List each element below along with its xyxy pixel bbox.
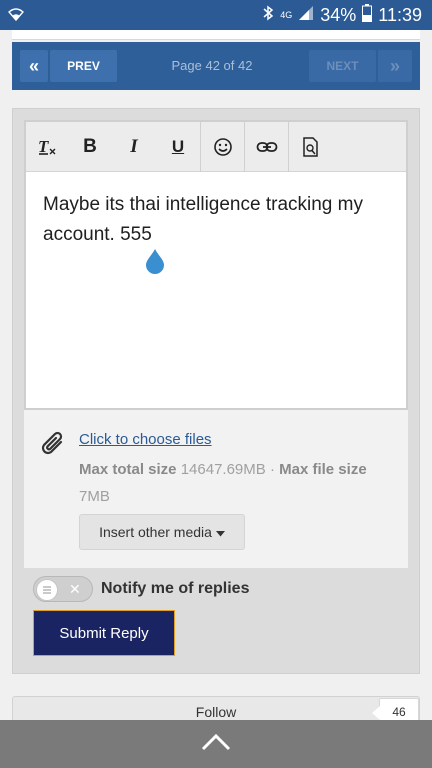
clear-format-icon[interactable]: T	[26, 122, 68, 172]
text-cursor-handle-icon[interactable]	[145, 248, 165, 279]
link-icon[interactable]	[244, 121, 288, 172]
max-file-label: Max file size	[279, 461, 367, 478]
page-navigation: « PREV Page 42 of 42 NEXT »	[12, 42, 420, 90]
first-page-button[interactable]: «	[20, 50, 48, 82]
file-size-limits: Max total size 14647.69MB · Max file siz…	[79, 456, 389, 510]
insert-media-button[interactable]: Insert other media	[79, 514, 245, 550]
submit-reply-button[interactable]: Submit Reply	[33, 610, 175, 656]
notify-row: ✕ Notify me of replies	[33, 576, 249, 602]
preview-icon[interactable]	[288, 121, 332, 172]
underline-icon[interactable]: U	[156, 122, 200, 172]
italic-icon[interactable]: I	[112, 122, 156, 172]
caret-down-icon	[215, 524, 225, 540]
chevron-up-icon	[201, 733, 231, 756]
battery-level: 34%	[320, 5, 357, 25]
choose-files-link[interactable]: Click to choose files	[79, 431, 212, 448]
attachment-area: Click to choose files Max total size 146…	[24, 410, 408, 568]
last-page-button[interactable]: »	[378, 50, 412, 82]
bold-icon[interactable]: B	[68, 122, 112, 172]
clock: 11:39	[378, 5, 422, 25]
battery-icon	[362, 4, 373, 27]
editor-content[interactable]: Maybe its thai intelligence tracking my …	[26, 172, 406, 268]
next-page-button[interactable]: NEXT	[309, 50, 376, 82]
notify-label: Notify me of replies	[101, 580, 250, 597]
max-total-value: 14647.69MB	[180, 461, 266, 478]
paperclip-icon	[40, 428, 66, 461]
prev-page-button[interactable]: PREV	[50, 50, 117, 82]
emoji-icon[interactable]	[200, 121, 244, 172]
network-type: 4G	[280, 10, 293, 20]
svg-text:T: T	[38, 137, 49, 156]
page-indicator: Page 42 of 42	[171, 58, 253, 73]
double-chevron-left-icon: «	[28, 55, 39, 76]
wifi-icon	[8, 6, 24, 27]
bluetooth-icon	[262, 5, 274, 26]
toggle-knob	[36, 579, 58, 601]
editor-toolbar: T B I U	[26, 121, 406, 172]
max-total-label: Max total size	[79, 461, 177, 478]
close-icon: ✕	[69, 581, 81, 597]
limit-separator: ·	[269, 461, 275, 478]
notify-toggle[interactable]: ✕	[33, 576, 93, 602]
reply-editor[interactable]: T B I U Maybe its thai intelligence trac…	[24, 120, 408, 410]
scroll-to-top-bar[interactable]	[0, 720, 432, 768]
previous-content-edge	[12, 30, 420, 40]
insert-media-label: Insert other media	[99, 524, 212, 540]
max-file-value: 7MB	[79, 488, 110, 505]
signal-icon	[298, 5, 314, 26]
double-chevron-right-icon: »	[389, 55, 400, 76]
status-bar: 4G 34% 11:39	[0, 0, 432, 30]
